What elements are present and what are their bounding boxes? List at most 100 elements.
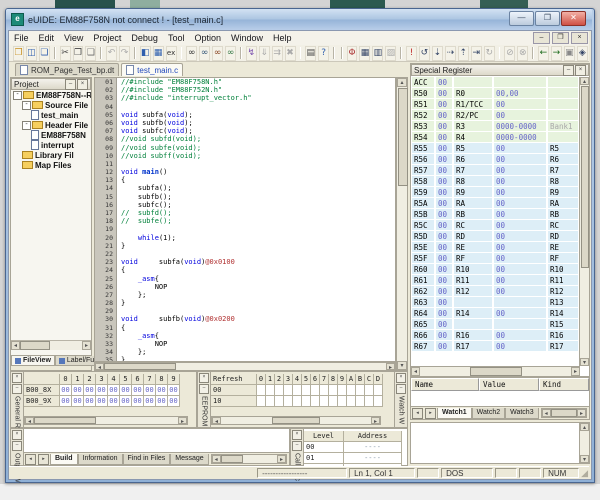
- register-row[interactable]: R5400R40000-0000: [412, 132, 579, 143]
- register-row[interactable]: R6100R1100R1100: [412, 275, 579, 286]
- tree-item[interactable]: Map Files: [11, 160, 91, 170]
- tree-item[interactable]: -Source File: [11, 100, 91, 110]
- code-line[interactable]: 06void subfb(void);: [95, 119, 395, 127]
- pin-icon[interactable]: –: [563, 65, 574, 76]
- title-bar[interactable]: e eUIDE: EM88F758N not connect ! - [test…: [6, 9, 592, 30]
- find-in-files-button[interactable]: ∞: [212, 46, 223, 61]
- code-line[interactable]: 13{: [95, 176, 395, 184]
- scroll-right-icon[interactable]: ▸: [38, 454, 49, 465]
- pin-icon[interactable]: –: [65, 79, 76, 90]
- refresh-button[interactable]: Refresh: [211, 374, 257, 385]
- expander-icon[interactable]: -: [22, 121, 31, 130]
- eeprom-row[interactable]: 00: [211, 385, 383, 396]
- eeprom-cell[interactable]: [275, 385, 284, 396]
- code-line[interactable]: 26 NOP: [95, 283, 395, 291]
- eeprom-cell[interactable]: [329, 396, 338, 407]
- scroll-right-icon[interactable]: ▸: [425, 408, 436, 419]
- menu-edit[interactable]: Edit: [34, 33, 60, 43]
- pin-icon[interactable]: –: [12, 384, 22, 394]
- eeprom-cell[interactable]: [374, 385, 383, 396]
- memory-cell[interactable]: 00: [156, 396, 168, 407]
- menu-tool[interactable]: Tool: [163, 33, 190, 43]
- project-window-button[interactable]: ◧: [140, 46, 151, 61]
- general-ram-hscrollbar[interactable]: ◂▸: [24, 416, 188, 425]
- menu-debug[interactable]: Debug: [126, 33, 163, 43]
- paste-button[interactable]: ❑: [85, 46, 96, 61]
- register-row[interactable]: R5100R1/TCC00: [412, 99, 579, 110]
- pin-icon[interactable]: –: [199, 384, 209, 394]
- memory-cell[interactable]: 00: [144, 396, 156, 407]
- code-line[interactable]: 34 };: [95, 348, 395, 356]
- menu-view[interactable]: View: [59, 33, 88, 43]
- memory-cell[interactable]: 00: [168, 396, 180, 407]
- code-line[interactable]: 15 subfb();: [95, 193, 395, 201]
- register-row[interactable]: R5300R30000-0000Bank1Ban: [412, 121, 579, 132]
- memory-cell[interactable]: 00: [120, 396, 132, 407]
- code-line[interactable]: 23void subfa(void)@0x0100: [95, 258, 395, 266]
- tree-item[interactable]: Library Fil: [11, 150, 91, 160]
- eeprom-cell[interactable]: [266, 385, 275, 396]
- eeprom-cell[interactable]: [356, 385, 365, 396]
- register-row[interactable]: R5A00RA00RA00: [412, 198, 579, 209]
- register-row[interactable]: R6000R1000R1000: [412, 264, 579, 275]
- build-button[interactable]: ⇓: [259, 46, 270, 61]
- register-row[interactable]: R6600R1600R1600: [412, 330, 579, 341]
- memory-cell[interactable]: 00: [96, 396, 108, 407]
- tree-item[interactable]: -Header File: [11, 120, 91, 130]
- scroll-thumb[interactable]: [551, 409, 577, 417]
- eeprom-row[interactable]: 10: [211, 396, 383, 407]
- code-line[interactable]: 01//#include "EM88F758N.h": [95, 78, 395, 86]
- memory-cell[interactable]: 00: [72, 385, 84, 396]
- code-line[interactable]: 33 NOP: [95, 340, 395, 348]
- code-line[interactable]: 12void main(): [95, 168, 395, 176]
- close-icon[interactable]: ×: [12, 373, 22, 383]
- close-icon[interactable]: ×: [292, 430, 302, 440]
- undo-button[interactable]: ↶: [106, 46, 117, 61]
- memory-cell[interactable]: 00: [60, 385, 72, 396]
- watch-tab[interactable]: Watch1: [437, 408, 472, 419]
- help-button[interactable]: ?: [318, 46, 329, 61]
- scroll-right-icon[interactable]: ▸: [277, 455, 286, 463]
- register-row[interactable]: R5000R000,00: [412, 88, 579, 99]
- editor-vscrollbar[interactable]: ▴ ▾: [396, 77, 408, 371]
- register-hscrollbar[interactable]: ◂▸: [411, 366, 580, 376]
- register-row[interactable]: R5C00RC00RC00: [412, 220, 579, 231]
- bookmark-button[interactable]: ∞: [225, 46, 236, 61]
- memory-cell[interactable]: 00: [168, 385, 180, 396]
- eeprom-cell[interactable]: [320, 396, 329, 407]
- back-button[interactable]: ←: [538, 46, 549, 61]
- register-row[interactable]: R5700R700R700: [412, 165, 579, 176]
- output-dock-strip[interactable]: × – Output W: [11, 429, 24, 465]
- code-line[interactable]: 04: [95, 103, 395, 111]
- code-line[interactable]: 03//#include "interrupt_vector.h": [95, 94, 395, 102]
- scroll-left-icon[interactable]: ◂: [25, 454, 36, 465]
- eeprom-cell[interactable]: [329, 385, 338, 396]
- memory-row[interactable]: B00_8X00000000000000000000: [24, 385, 180, 396]
- download-button[interactable]: ▦: [359, 46, 370, 61]
- tree-item[interactable]: interrupt: [11, 140, 91, 150]
- code-line[interactable]: 32 _asm{: [95, 332, 395, 340]
- ice-config-button[interactable]: ▥: [372, 46, 383, 61]
- memory-cell[interactable]: 00: [144, 385, 156, 396]
- call-stack-dock-strip[interactable]: × – Call Stac: [291, 429, 304, 465]
- editor-hscrollbar[interactable]: ◂▸: [94, 362, 396, 371]
- code-line[interactable]: 11: [95, 160, 395, 168]
- register-row[interactable]: R5F00RF00RF00: [412, 253, 579, 264]
- tree-item[interactable]: test_main: [11, 110, 91, 120]
- output-tab[interactable]: Build: [50, 454, 78, 465]
- code-line[interactable]: 29: [95, 307, 395, 315]
- forward-button[interactable]: →: [551, 46, 562, 61]
- memory-cell[interactable]: 00: [132, 385, 144, 396]
- eeprom-cell[interactable]: [365, 385, 374, 396]
- memory-cell[interactable]: 00: [108, 385, 120, 396]
- register-row[interactable]: R5E00RE00RE00: [412, 242, 579, 253]
- menu-option[interactable]: Option: [189, 33, 226, 43]
- eeprom-cell[interactable]: [284, 385, 293, 396]
- pin-icon[interactable]: –: [12, 441, 22, 451]
- close-icon[interactable]: ×: [396, 373, 406, 383]
- watch-dock-strip[interactable]: × – Watch W: [394, 372, 407, 427]
- maximize-button[interactable]: ❐: [535, 11, 560, 26]
- stop-button[interactable]: !: [406, 46, 417, 61]
- tree-item[interactable]: -EM88F758N--RO: [11, 90, 91, 100]
- run-to-cursor-button[interactable]: ⇥: [471, 46, 482, 61]
